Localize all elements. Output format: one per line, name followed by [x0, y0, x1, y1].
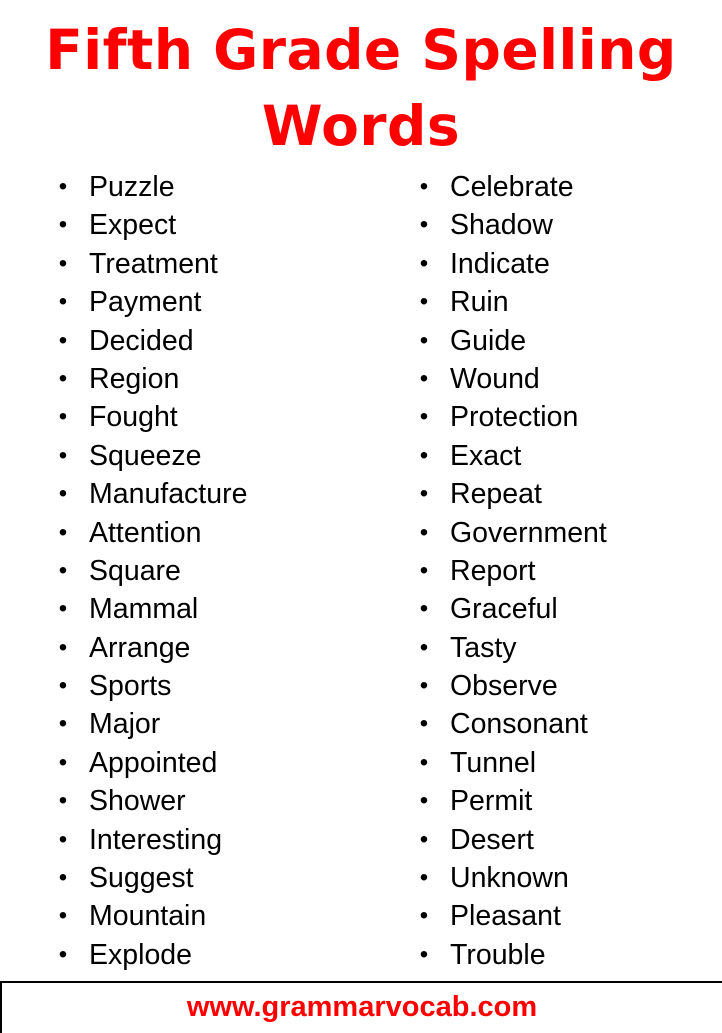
word-text: Celebrate	[450, 171, 574, 203]
bullet-icon: •	[419, 595, 429, 623]
bullet-icon: •	[58, 710, 68, 738]
bullet-icon: •	[419, 441, 429, 469]
bullet-icon: •	[58, 672, 68, 700]
word-text: Graceful	[450, 593, 558, 626]
bullet-icon: •	[419, 748, 429, 776]
word-text: Shadow	[450, 209, 553, 242]
word-text: Desert	[450, 823, 534, 856]
bullet-icon: •	[58, 326, 68, 354]
bullet-icon: •	[58, 441, 68, 469]
word-text: Guide	[450, 324, 527, 357]
bullet-icon: •	[58, 940, 68, 968]
word-text: Region	[89, 362, 180, 395]
word-text: Exact	[450, 439, 522, 472]
bullet-icon: •	[419, 364, 429, 392]
word-text: Permit	[450, 785, 533, 818]
word-text: Suggest	[89, 862, 194, 895]
title-line-2: Words	[261, 94, 461, 158]
bullet-icon: •	[58, 249, 68, 277]
bullet-icon: •	[419, 787, 429, 815]
word-text: Shower	[89, 785, 186, 818]
word-text: Ruin	[450, 286, 509, 319]
bullet-icon: •	[58, 633, 68, 661]
bullet-icon: •	[58, 864, 68, 892]
bullet-icon: •	[419, 940, 429, 968]
word-text: Fought	[89, 401, 178, 434]
word-text: Major	[89, 708, 161, 741]
word-text: Mammal	[89, 593, 199, 626]
bullet-icon: •	[419, 556, 429, 584]
word-text: Consonant	[450, 708, 588, 741]
bullet-icon: •	[58, 787, 68, 815]
word-text: Protection	[450, 401, 579, 434]
word-text: Wound	[450, 362, 540, 395]
bullet-icon: •	[58, 556, 68, 584]
word-text: Puzzle	[89, 171, 175, 203]
bullet-icon: •	[419, 710, 429, 738]
word-text: Squeeze	[89, 439, 202, 472]
word-text: Pleasant	[450, 900, 561, 933]
word-text: Report	[450, 554, 536, 587]
title-line-1: Fifth Grade Spelling	[45, 18, 677, 82]
bullet-icon: •	[419, 633, 429, 661]
bullet-icon: •	[419, 825, 429, 853]
bullet-icon: •	[419, 288, 429, 316]
word-text: Government	[450, 516, 607, 549]
bullet-icon: •	[419, 249, 429, 277]
word-text: Explode	[89, 938, 192, 971]
bullet-icon: •	[419, 518, 429, 546]
word-text: Decided	[89, 324, 194, 357]
bullet-icon: •	[58, 364, 68, 392]
bullet-icon: •	[419, 326, 429, 354]
bullet-icon: •	[58, 211, 68, 239]
bullet-icon: •	[58, 518, 68, 546]
bullet-icon: •	[419, 864, 429, 892]
bullet-icon: •	[58, 748, 68, 776]
bullet-icon: •	[419, 403, 429, 431]
word-text: Repeat	[450, 478, 542, 511]
bullet-icon: •	[58, 288, 68, 316]
bullet-icon: •	[58, 173, 68, 200]
word-text: Sports	[89, 670, 172, 703]
website-link[interactable]: www.grammarvocab.com	[187, 990, 537, 1024]
bullet-icon: •	[58, 403, 68, 431]
word-text: Square	[89, 554, 181, 587]
bullet-icon: •	[58, 480, 68, 508]
bullet-icon: •	[58, 825, 68, 853]
word-text: Observe	[450, 670, 558, 703]
word-text: Attention	[89, 516, 202, 549]
word-text: Payment	[89, 286, 202, 319]
word-text: Unknown	[450, 862, 569, 895]
word-text: Appointed	[89, 746, 218, 779]
bullet-icon: •	[419, 902, 429, 930]
page-title: Fifth Grade Spelling Words	[0, 12, 722, 164]
bullet-icon: •	[419, 480, 429, 508]
word-text: Manufacture	[89, 478, 248, 511]
bullet-icon: •	[419, 211, 429, 239]
bullet-icon: •	[419, 173, 429, 200]
footer: www.grammarvocab.com	[0, 981, 722, 1033]
word-text: Tunnel	[450, 746, 537, 779]
word-text: Indicate	[450, 247, 550, 280]
word-text: Arrange	[89, 631, 191, 664]
word-text: Trouble	[450, 938, 546, 971]
word-text: Expect	[89, 209, 177, 242]
word-text: Mountain	[89, 900, 207, 933]
word-text: Tasty	[450, 631, 517, 664]
word-text: Interesting	[89, 823, 223, 856]
bullet-icon: •	[58, 595, 68, 623]
word-text: Treatment	[89, 247, 218, 280]
bullet-icon: •	[58, 902, 68, 930]
bullet-icon: •	[419, 672, 429, 700]
